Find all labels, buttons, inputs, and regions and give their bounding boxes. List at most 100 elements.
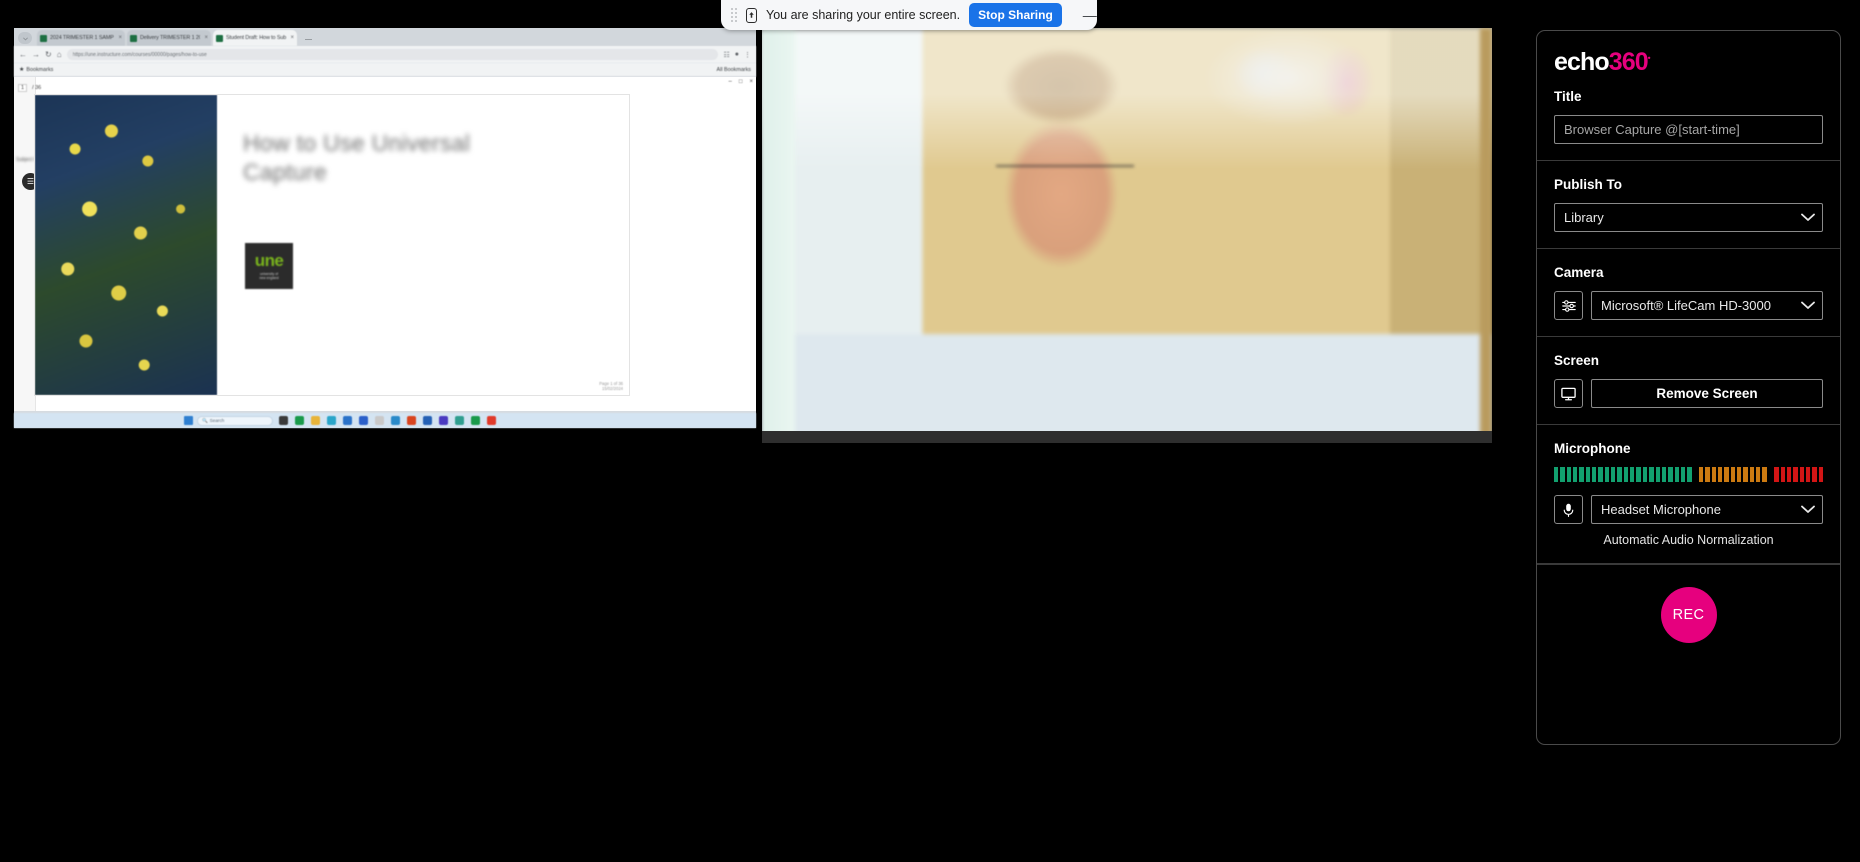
page-number-input[interactable]: 1 [18, 83, 28, 92]
echo360-capture-panel: echo360• Title Publish To Library Camera [1536, 30, 1841, 745]
screen-row: Remove Screen [1554, 379, 1823, 408]
window-maximize-icon[interactable]: □ [739, 79, 743, 85]
viewer-sidebar [14, 77, 36, 411]
start-button-icon[interactable] [184, 416, 193, 425]
taskbar-app-icon[interactable] [407, 416, 416, 425]
publish-to-select[interactable]: Library [1554, 203, 1823, 232]
drag-handle-icon[interactable] [731, 8, 737, 22]
microphone-icon[interactable] [1554, 495, 1583, 524]
microphone-select[interactable]: Headset Microphone [1591, 495, 1823, 524]
webcam-left-wall [762, 28, 795, 443]
meter-bar-green [1560, 467, 1565, 482]
tab-favicon [216, 34, 223, 42]
camera-select[interactable]: Microsoft® LifeCam HD-3000 [1591, 291, 1823, 320]
taskbar-app-icon[interactable] [359, 416, 368, 425]
taskbar-app-icon[interactable] [343, 416, 352, 425]
meter-bar-red [1799, 467, 1804, 482]
webcam-bottom-strip [762, 430, 1492, 443]
bookmark-label: Bookmarks [26, 66, 54, 73]
window-close-icon[interactable]: × [749, 79, 753, 85]
profile-avatar[interactable]: ● [735, 51, 739, 58]
meter-bar-green [1655, 467, 1660, 482]
address-bar[interactable]: https://une.instructure.com/courses/0000… [66, 49, 719, 60]
taskbar-app-icon[interactable] [423, 416, 432, 425]
meter-bar-green [1680, 467, 1686, 482]
meter-bar-red [1780, 467, 1785, 482]
meter-bar-green [1611, 467, 1616, 482]
meter-bar-green [1668, 467, 1673, 482]
meter-gap [1694, 467, 1697, 482]
share-screen-icon [746, 7, 757, 23]
microphone-level-meter [1554, 467, 1824, 482]
screen-section: Screen Remove Screen [1537, 337, 1840, 425]
home-icon[interactable]: ⌂ [57, 50, 62, 59]
meter-bar-green [1579, 467, 1584, 482]
window-minimize-icon[interactable]: – [729, 79, 732, 85]
meter-bar-green [1598, 467, 1603, 482]
all-bookmarks-label[interactable]: All Bookmarks [717, 67, 751, 73]
tab-label: Student Draft: How to Submit... [226, 35, 287, 41]
meter-bar-orange [1749, 467, 1755, 482]
tab-label: 2024 TRIMESTER 1 SAMPLE M... [50, 35, 114, 41]
reload-icon[interactable]: ↻ [45, 50, 52, 59]
browser-tab-active[interactable]: Student Draft: How to Submit... × [213, 30, 297, 46]
meter-bar-orange [1711, 467, 1717, 482]
shared-screen-preview: 2024 TRIMESTER 1 SAMPLE M... × Delivery … [14, 28, 756, 443]
meter-bar-red [1774, 467, 1779, 482]
remove-screen-button[interactable]: Remove Screen [1591, 379, 1823, 408]
browser-menu-icon[interactable]: ⋮ [744, 51, 751, 59]
meter-bar-red [1806, 467, 1811, 482]
back-icon[interactable]: ← [19, 50, 27, 59]
chrome-browser-window: 2024 TRIMESTER 1 SAMPLE M... × Delivery … [14, 28, 756, 428]
meter-bar-green [1585, 467, 1591, 482]
record-button[interactable]: REC [1660, 587, 1717, 643]
tab-close-icon[interactable]: × [290, 35, 294, 41]
forward-icon[interactable]: → [32, 50, 40, 59]
une-logo-subtext: university of new england [259, 272, 279, 280]
taskbar-app-icon[interactable] [311, 416, 320, 425]
automatic-audio-normalization-label: Automatic Audio Normalization [1603, 533, 1774, 547]
bookmarks-bar: ★ Bookmarks All Bookmarks [14, 63, 756, 77]
taskbar-app-icon[interactable] [375, 416, 384, 425]
camera-select-wrap: Microsoft® LifeCam HD-3000 [1591, 291, 1823, 320]
publish-to-select-wrap: Library [1554, 203, 1823, 232]
taskbar-app-icon[interactable] [391, 416, 400, 425]
taskbar-app-icon[interactable] [471, 416, 480, 425]
taskbar-search-placeholder: Search [209, 418, 225, 423]
bookmark-item[interactable]: ★ Bookmarks [19, 66, 54, 74]
title-input[interactable] [1554, 115, 1823, 144]
extensions-icon[interactable]: ☷ [723, 51, 729, 59]
taskbar-app-icon[interactable] [439, 416, 448, 425]
camera-row: Microsoft® LifeCam HD-3000 [1554, 291, 1823, 320]
taskbar-app-icon[interactable] [327, 416, 336, 425]
taskbar-app-icon[interactable] [487, 416, 496, 425]
webcam-right-edge [1480, 28, 1492, 443]
tab-search-icon[interactable] [18, 32, 32, 44]
browser-page-content: 1 / 36 Subject Guide materials ☰ How to … [14, 77, 756, 411]
webcam-preview [762, 28, 1492, 443]
meter-bar-green [1623, 467, 1629, 482]
webcam-highlight-overlay [762, 28, 1492, 443]
tab-close-icon[interactable]: × [204, 35, 208, 41]
monitor-icon[interactable] [1554, 379, 1583, 408]
browser-tab[interactable]: 2024 TRIMESTER 1 SAMPLE M... × [37, 30, 125, 46]
taskbar-search-box[interactable]: 🔍 Search [197, 415, 273, 426]
minimize-sharing-bar-icon[interactable]: — [1080, 8, 1100, 22]
title-section: Title [1537, 89, 1840, 161]
sharing-message: You are sharing your entire screen. [766, 8, 961, 22]
browser-tabstrip: 2024 TRIMESTER 1 SAMPLE M... × Delivery … [14, 28, 756, 46]
taskbar-app-icon[interactable] [279, 416, 288, 425]
meter-bar-green [1642, 467, 1648, 482]
tab-close-icon[interactable]: × [118, 35, 122, 41]
microphone-label: Microphone [1554, 441, 1631, 456]
stop-sharing-button[interactable]: Stop Sharing [969, 3, 1062, 27]
taskbar-app-icon[interactable] [455, 416, 464, 425]
browser-tab[interactable]: Delivery TRIMESTER 1 2024 SA... × [127, 30, 211, 46]
taskbar-app-icon[interactable] [295, 416, 304, 425]
tabstrip-minimize-icon[interactable]: — [305, 36, 312, 43]
meter-bar-orange [1724, 467, 1729, 482]
camera-settings-icon[interactable] [1554, 291, 1583, 320]
camera-section: Camera Microsoft® LifeCam HD-3000 [1537, 249, 1840, 337]
tab-label: Delivery TRIMESTER 1 2024 SA... [140, 35, 201, 41]
publish-to-label: Publish To [1554, 177, 1622, 192]
